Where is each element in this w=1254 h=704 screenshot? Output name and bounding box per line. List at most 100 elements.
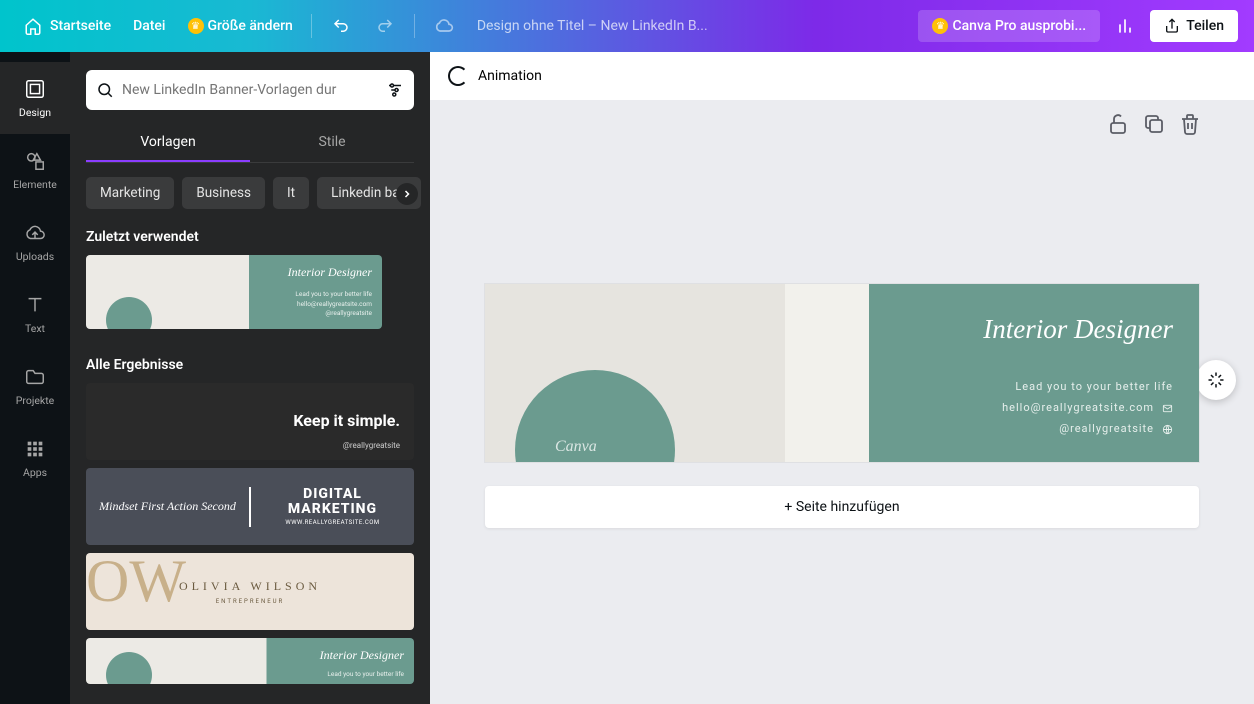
crown-icon: ♛ bbox=[932, 18, 948, 34]
cloud-icon bbox=[434, 16, 454, 36]
info-line-2: hello@reallygreatsite.com bbox=[1002, 398, 1173, 419]
text-icon bbox=[24, 294, 46, 316]
template-recent-interior[interactable]: Interior Designer Lead you to your bette… bbox=[86, 255, 382, 329]
info-line-3: @reallygreatsite bbox=[1002, 419, 1173, 440]
template-digital-marketing[interactable]: Mindset First Action Second DIGITAL MARK… bbox=[86, 468, 414, 545]
context-toolbar: Animation bbox=[430, 52, 1254, 100]
page-controls bbox=[1106, 112, 1202, 136]
template-handle: @reallygreatsite bbox=[343, 441, 400, 450]
rail-design-label: Design bbox=[19, 106, 51, 119]
filter-icon[interactable] bbox=[386, 81, 404, 99]
search-icon bbox=[96, 81, 114, 99]
template-right: DIGITAL MARKETING WWW.REALLYGREATSITE.CO… bbox=[251, 487, 414, 526]
redo-button[interactable] bbox=[366, 7, 404, 45]
globe-icon bbox=[1162, 424, 1173, 435]
template-title: Interior Designer bbox=[288, 265, 372, 280]
chip-marketing[interactable]: Marketing bbox=[86, 177, 174, 209]
share-icon bbox=[1164, 18, 1180, 34]
rail-text[interactable]: Text bbox=[0, 278, 70, 350]
tab-styles[interactable]: Stile bbox=[250, 124, 414, 162]
rail-apps[interactable]: Apps bbox=[0, 422, 70, 494]
undo-button[interactable] bbox=[322, 7, 360, 45]
all-results-heading: Alle Ergebnisse bbox=[86, 357, 414, 373]
search-bar bbox=[86, 70, 414, 110]
side-rail: Design Elemente Uploads Text Projekte Ap… bbox=[0, 52, 70, 704]
crown-icon: ♛ bbox=[188, 18, 204, 34]
try-pro-label: Canva Pro ausprobi... bbox=[952, 18, 1086, 34]
home-label: Startseite bbox=[50, 18, 111, 34]
rail-projects[interactable]: Projekte bbox=[0, 350, 70, 422]
template-role: ENTREPRENEUR bbox=[216, 598, 284, 605]
apps-icon bbox=[24, 438, 46, 460]
rail-uploads-label: Uploads bbox=[16, 250, 54, 263]
document-title-input[interactable] bbox=[469, 18, 729, 34]
rail-elements-label: Elemente bbox=[13, 178, 57, 191]
banner-info[interactable]: Lead you to your better life hello@reall… bbox=[1002, 377, 1173, 440]
template-interior-2[interactable]: Interior Designer Lead you to your bette… bbox=[86, 638, 414, 684]
duplicate-icon bbox=[1142, 112, 1166, 136]
template-left: Mindset First Action Second bbox=[86, 499, 249, 514]
redo-icon bbox=[376, 17, 394, 35]
try-pro-button[interactable]: ♛ Canva Pro ausprobi... bbox=[918, 10, 1100, 42]
templates-panel: Vorlagen Stile Marketing Business It Lin… bbox=[70, 52, 430, 704]
template-url: WWW.REALLYGREATSITE.COM bbox=[251, 520, 414, 527]
duplicate-button[interactable] bbox=[1142, 112, 1166, 136]
animation-icon bbox=[448, 66, 468, 86]
bar-chart-icon bbox=[1115, 16, 1135, 36]
add-page-button[interactable]: + Seite hinzufügen bbox=[485, 486, 1199, 528]
template-text: Keep it simple. bbox=[293, 411, 400, 430]
chips-scroll-right[interactable] bbox=[396, 183, 418, 205]
mail-icon bbox=[1162, 403, 1173, 414]
rail-apps-label: Apps bbox=[23, 466, 47, 479]
file-menu[interactable]: Datei bbox=[125, 12, 173, 40]
trash-icon bbox=[1178, 112, 1202, 136]
sparkle-icon bbox=[1206, 370, 1226, 390]
chip-it[interactable]: It bbox=[273, 177, 309, 209]
rail-uploads[interactable]: Uploads bbox=[0, 206, 70, 278]
share-button[interactable]: Teilen bbox=[1150, 10, 1238, 42]
resize-button[interactable]: ♛ Größe ändern bbox=[180, 12, 301, 40]
filter-chips: Marketing Business It Linkedin ban bbox=[86, 177, 414, 209]
top-bar: Startseite Datei ♛ Größe ändern ♛ Canva … bbox=[0, 0, 1254, 52]
template-sub: Lead you to your better life bbox=[327, 670, 404, 680]
watermark: Canva bbox=[555, 438, 597, 456]
recent-heading: Zuletzt verwendet bbox=[86, 229, 414, 245]
resize-label: Größe ändern bbox=[208, 18, 293, 34]
rail-text-label: Text bbox=[25, 322, 45, 335]
tab-templates[interactable]: Vorlagen bbox=[86, 124, 250, 162]
lock-button[interactable] bbox=[1106, 112, 1130, 136]
cloud-status[interactable] bbox=[425, 7, 463, 45]
chevron-right-icon bbox=[401, 188, 413, 200]
undo-icon bbox=[332, 17, 350, 35]
template-keep-simple[interactable]: Keep it simple. @reallygreatsite bbox=[86, 383, 414, 460]
uploads-icon bbox=[24, 222, 46, 244]
template-title: Interior Designer bbox=[320, 648, 404, 663]
search-input[interactable] bbox=[122, 82, 378, 98]
divider bbox=[311, 14, 312, 38]
home-icon bbox=[24, 17, 42, 35]
rail-projects-label: Projekte bbox=[16, 394, 54, 407]
info-line-1: Lead you to your better life bbox=[1002, 377, 1173, 398]
comment-fab[interactable] bbox=[1196, 360, 1236, 400]
canvas-scroll[interactable]: Canva Interior Designer Lead you to your… bbox=[430, 100, 1254, 704]
folder-icon bbox=[24, 366, 46, 388]
rail-design[interactable]: Design bbox=[0, 62, 70, 134]
animation-button[interactable]: Animation bbox=[478, 68, 542, 84]
insights-button[interactable] bbox=[1106, 7, 1144, 45]
chip-business[interactable]: Business bbox=[182, 177, 265, 209]
template-sub: Lead you to your better life hello@reall… bbox=[295, 290, 372, 319]
template-olivia[interactable]: OLIVIA WILSON ENTREPRENEUR bbox=[86, 553, 414, 630]
elements-icon bbox=[24, 150, 46, 172]
share-label: Teilen bbox=[1186, 18, 1224, 34]
unlock-icon bbox=[1106, 112, 1130, 136]
banner-title[interactable]: Interior Designer bbox=[983, 314, 1173, 345]
delete-button[interactable] bbox=[1178, 112, 1202, 136]
home-button[interactable]: Startseite bbox=[16, 11, 119, 41]
template-name: OLIVIA WILSON bbox=[179, 579, 321, 594]
panel-tabs: Vorlagen Stile bbox=[86, 124, 414, 163]
design-icon bbox=[24, 78, 46, 100]
rail-elements[interactable]: Elemente bbox=[0, 134, 70, 206]
canvas-area: Animation Canva Interior Designer bbox=[430, 52, 1254, 704]
design-page[interactable]: Canva Interior Designer Lead you to your… bbox=[485, 284, 1199, 462]
divider bbox=[414, 14, 415, 38]
